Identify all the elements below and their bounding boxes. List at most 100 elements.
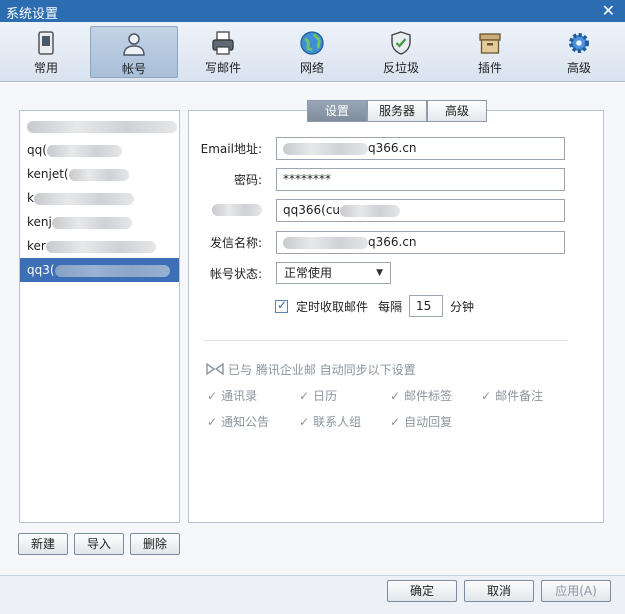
list-item[interactable]: kenj bbox=[20, 210, 179, 234]
blurred-text bbox=[68, 168, 129, 181]
tab-advanced-label: 高级 bbox=[566, 61, 591, 75]
sync-item-contacts: ✓ 通讯录 bbox=[207, 387, 257, 404]
account-list[interactable]: qq( kenjet( k kenj ker qq3( bbox=[19, 110, 180, 523]
sender-name-field[interactable]: q366.cn bbox=[276, 231, 565, 254]
check-icon: ✓ bbox=[390, 389, 401, 403]
tab-plugins-label: 插件 bbox=[477, 61, 502, 75]
blurred-text bbox=[283, 142, 368, 155]
list-item[interactable]: kenjet( bbox=[20, 162, 179, 186]
tab-server[interactable]: 服务器 bbox=[367, 100, 427, 122]
cancel-button[interactable]: 取消 bbox=[464, 580, 534, 602]
list-item[interactable] bbox=[20, 114, 179, 138]
account-name: ker bbox=[27, 239, 46, 253]
email-value: q366.cn bbox=[368, 141, 417, 155]
tab-compose[interactable]: 写邮件 bbox=[179, 26, 267, 78]
blurred-text bbox=[33, 192, 134, 205]
password-label: 密码: bbox=[233, 173, 262, 187]
tab-general[interactable]: 常用 bbox=[2, 26, 90, 78]
blurred-text bbox=[283, 236, 368, 249]
display-name-value: qq366(cu bbox=[283, 203, 341, 217]
account-status-label: 帐号状态: bbox=[209, 267, 262, 281]
tab-advanced[interactable]: 高级 bbox=[535, 26, 623, 78]
timer-checkbox[interactable] bbox=[275, 298, 288, 313]
tab-general-label: 常用 bbox=[33, 61, 58, 75]
tab-account-label: 帐号 bbox=[121, 62, 146, 76]
account-status-value: 正常使用 bbox=[284, 266, 333, 280]
sync-item-label: 邮件备注 bbox=[495, 389, 544, 403]
account-name: qq( bbox=[27, 143, 47, 157]
sync-item-mail-notes: ✓ 邮件备注 bbox=[481, 387, 543, 404]
check-icon: ✓ bbox=[207, 389, 218, 403]
divider bbox=[204, 340, 568, 341]
sync-title-text: 已与 腾讯企业邮 自动同步以下设置 bbox=[228, 363, 416, 377]
account-name: kenjet( bbox=[27, 167, 69, 181]
sync-item-label: 联系人组 bbox=[313, 415, 362, 429]
tab-plugins[interactable]: 插件 bbox=[446, 26, 534, 78]
sync-item-announcements: ✓ 通知公告 bbox=[207, 413, 269, 430]
sender-name-label: 发信名称: bbox=[209, 236, 262, 250]
check-icon: ✓ bbox=[481, 389, 492, 403]
email-label: Email地址: bbox=[200, 142, 262, 156]
minutes-label: 分钟 bbox=[450, 300, 475, 314]
list-item[interactable]: k bbox=[20, 186, 179, 210]
tab-network[interactable]: 网络 bbox=[268, 26, 356, 78]
sync-item-mail-tags: ✓ 邮件标签 bbox=[390, 387, 452, 404]
tab-settings[interactable]: 设置 bbox=[307, 100, 367, 122]
tab-network-label: 网络 bbox=[299, 61, 324, 75]
ok-button[interactable]: 确定 bbox=[387, 580, 457, 602]
gear-icon bbox=[569, 33, 589, 53]
box-icon bbox=[479, 33, 501, 54]
check-icon: ✓ bbox=[390, 415, 401, 429]
list-item[interactable]: qq( bbox=[20, 138, 179, 162]
tab-antispam[interactable]: 反垃圾 bbox=[357, 26, 445, 78]
tab-advanced-settings[interactable]: 高级 bbox=[427, 100, 487, 122]
chevron-down-icon: ▼ bbox=[376, 268, 383, 278]
blurred-text bbox=[45, 240, 156, 253]
sync-item-calendar: ✓ 日历 bbox=[299, 387, 337, 404]
shield-icon bbox=[391, 31, 411, 55]
account-name: kenj bbox=[27, 215, 52, 229]
delete-account-button[interactable]: 删除 bbox=[130, 533, 180, 555]
import-account-button[interactable]: 导入 bbox=[74, 533, 124, 555]
list-item[interactable]: ker bbox=[20, 234, 179, 258]
blurred-text bbox=[27, 120, 177, 133]
tencent-mail-icon bbox=[206, 362, 224, 376]
blurred-text bbox=[46, 144, 122, 157]
close-icon[interactable]: ✕ bbox=[602, 1, 615, 21]
window-title: 系统设置 bbox=[6, 7, 59, 22]
settings-toolbar: 常用 帐号 写邮件 网络 反垃圾 插件 高级 bbox=[0, 22, 625, 82]
email-field[interactable]: q366.cn bbox=[276, 137, 565, 160]
new-account-button[interactable]: 新建 bbox=[18, 533, 68, 555]
sender-name-value: q366.cn bbox=[368, 235, 417, 249]
account-name: k bbox=[27, 191, 34, 205]
blurred-text bbox=[212, 203, 262, 216]
check-icon: ✓ bbox=[207, 415, 218, 429]
phone-icon bbox=[38, 31, 54, 55]
display-name-field[interactable]: qq366(cu bbox=[276, 199, 565, 222]
user-icon bbox=[123, 33, 145, 56]
list-item-selected[interactable]: qq3( bbox=[20, 258, 179, 282]
tab-antispam-label: 反垃圾 bbox=[382, 61, 419, 75]
sync-item-label: 通讯录 bbox=[221, 389, 258, 403]
account-status-select[interactable]: 正常使用 ▼ bbox=[276, 262, 391, 284]
sync-item-auto-reply: ✓ 自动回复 bbox=[390, 413, 452, 430]
tab-account[interactable]: 帐号 bbox=[90, 26, 178, 78]
every-label: 每隔 bbox=[378, 300, 403, 314]
sync-item-label: 邮件标签 bbox=[404, 389, 453, 403]
sync-title: 已与 腾讯企业邮 自动同步以下设置 bbox=[206, 361, 416, 378]
check-icon: ✓ bbox=[299, 389, 310, 403]
password-field[interactable]: ******** bbox=[276, 168, 565, 191]
globe-icon bbox=[300, 31, 324, 55]
interval-field[interactable]: 15 bbox=[409, 295, 443, 317]
account-name: qq3( bbox=[27, 263, 55, 277]
sync-item-label: 日历 bbox=[313, 389, 338, 403]
blurred-text bbox=[51, 216, 132, 229]
title-bar: 系统设置 ✕ bbox=[0, 0, 625, 22]
blurred-text bbox=[54, 264, 170, 277]
tab-compose-label: 写邮件 bbox=[204, 61, 241, 75]
sync-item-label: 通知公告 bbox=[221, 415, 270, 429]
printer-icon bbox=[212, 31, 234, 55]
sync-item-contact-groups: ✓ 联系人组 bbox=[299, 413, 361, 430]
blurred-text bbox=[340, 204, 401, 217]
apply-button[interactable]: 应用(A) bbox=[541, 580, 611, 602]
